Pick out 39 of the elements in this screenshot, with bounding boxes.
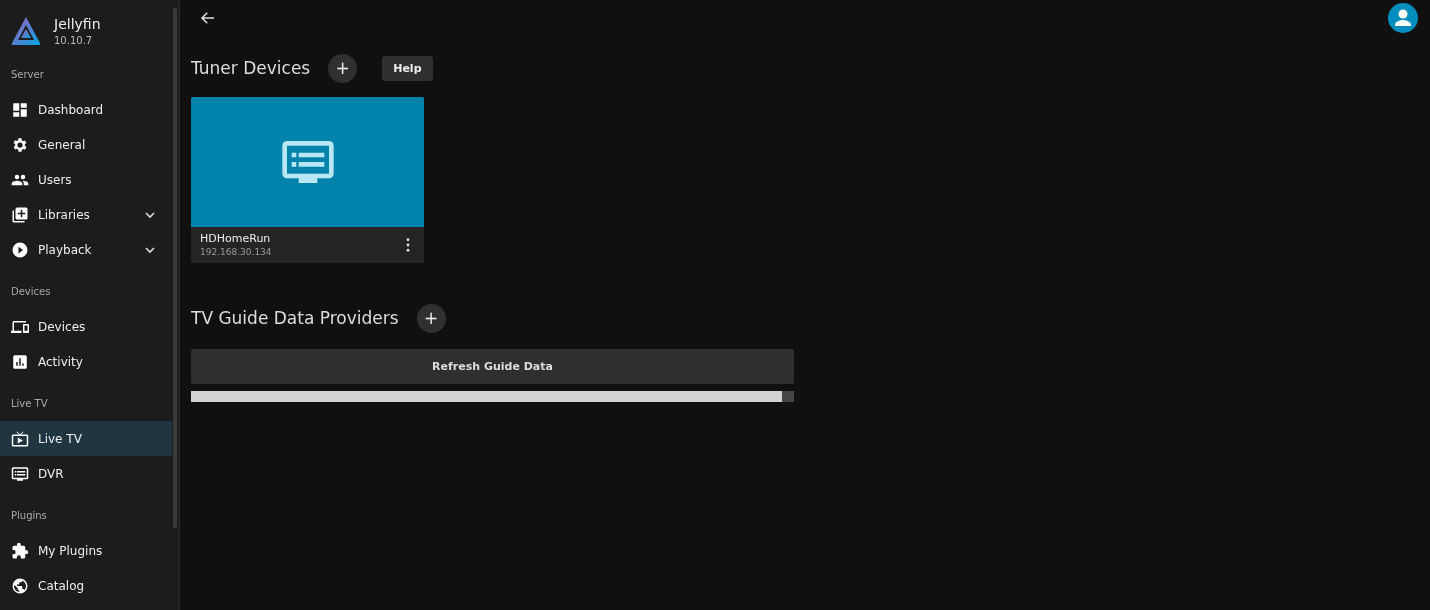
puzzle-icon (11, 541, 29, 560)
gear-icon (11, 135, 29, 154)
sidebar-item[interactable]: Devices (0, 309, 172, 344)
play-icon (11, 240, 29, 259)
more-options-icon[interactable] (406, 237, 410, 252)
back-arrow-icon[interactable] (199, 9, 217, 27)
device-name: HDHomeRun (200, 232, 272, 245)
app-version: 10.10.7 (54, 35, 94, 46)
sidebar-item[interactable]: DVR (0, 456, 172, 491)
add-button[interactable]: + (416, 303, 446, 333)
user-avatar-icon[interactable] (1388, 3, 1418, 33)
sidebar-item[interactable]: Users (0, 162, 172, 197)
refresh-guide-data-button[interactable]: Refresh Guide Data (191, 349, 794, 384)
dashboard-icon (11, 100, 29, 119)
activity-icon (11, 352, 29, 371)
sidebar-item[interactable]: Libraries (0, 197, 172, 232)
sidebar-item[interactable]: My Plugins (0, 533, 172, 568)
sidebar-item[interactable]: Dashboard (0, 92, 172, 127)
section-heading: Devices (10, 285, 52, 299)
tv-icon (11, 429, 29, 448)
add-button[interactable]: + (328, 53, 358, 83)
globe-icon (11, 576, 29, 595)
sidebar-item[interactable]: Live TV (0, 421, 172, 456)
sidebar-item[interactable]: Catalog (0, 568, 172, 603)
tuner-card[interactable]: HDHomeRun 192.168.30.134 (191, 97, 424, 263)
app-name: Jellyfin (54, 16, 101, 32)
library-icon (11, 205, 29, 224)
section-title: Tuner Devices (191, 58, 311, 78)
logo-icon (10, 15, 42, 47)
sidebar-item[interactable]: General (0, 127, 172, 162)
sidebar-item[interactable]: Activity (0, 344, 172, 379)
section-title: TV Guide Data Providers (191, 308, 399, 328)
section-heading: Server (10, 68, 45, 82)
section-heading: Plugins (10, 509, 48, 523)
section-heading: Live TV (10, 397, 49, 411)
dvr-icon (11, 464, 29, 483)
help-button[interactable]: Help (382, 55, 433, 81)
sidebar-item[interactable]: Playback (0, 232, 172, 267)
device-address: 192.168.30.134 (200, 247, 272, 257)
